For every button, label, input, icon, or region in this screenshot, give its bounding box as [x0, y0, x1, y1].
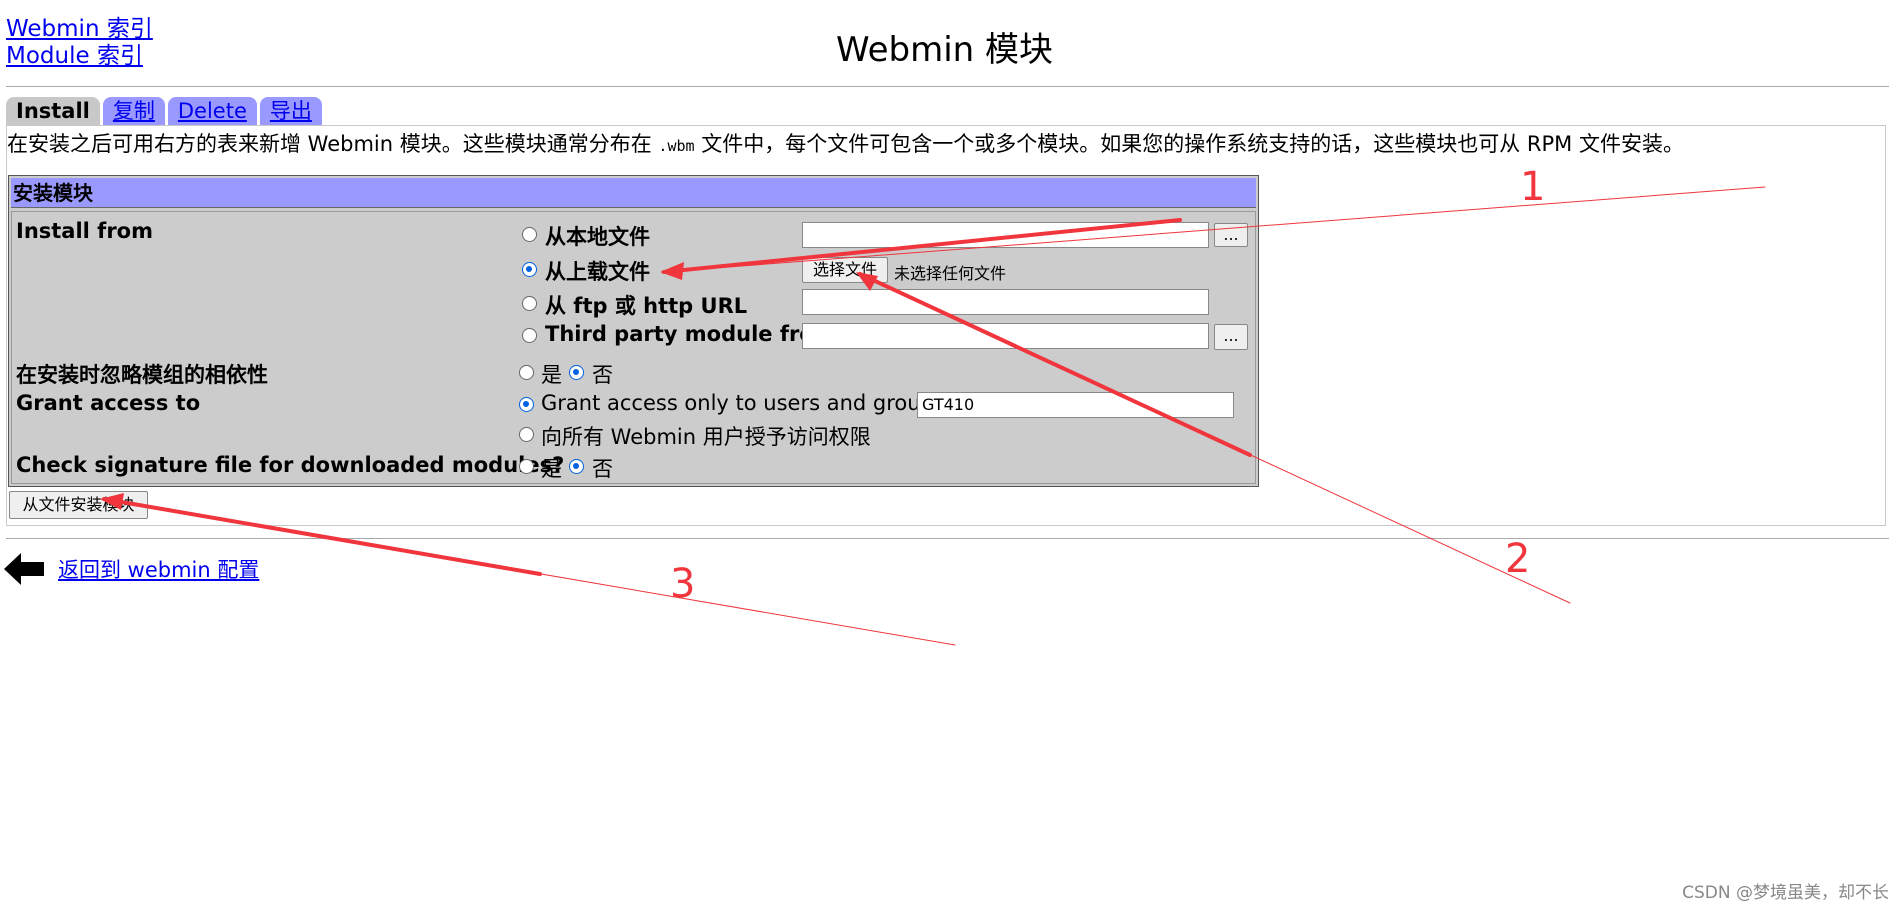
- radio-check-signature-yes[interactable]: [519, 459, 534, 474]
- ignore-deps-label: 在安装时忽略模组的相依性: [16, 363, 268, 387]
- grant-access-label: Grant access to: [16, 391, 201, 415]
- back-row: 返回到 webmin 配置: [4, 552, 259, 586]
- radio-grant-only-users[interactable]: [519, 397, 534, 412]
- url-input[interactable]: [802, 289, 1209, 315]
- option-local-file-label: 从本地文件: [545, 225, 650, 249]
- install-module-panel: 安装模块 Install from 从本地文件 ... 从上载文件 选择文件 未…: [8, 175, 1259, 487]
- ignore-deps-yes-label: 是: [541, 363, 562, 387]
- install-from-file-button[interactable]: 从文件安装模块: [9, 491, 148, 519]
- annotation-number-2: 2: [1505, 536, 1530, 582]
- tab-export[interactable]: 导出: [259, 97, 322, 125]
- tab-delete[interactable]: Delete: [167, 97, 257, 125]
- csdn-watermark: CSDN @梦境虽美，却不长: [1682, 883, 1889, 903]
- tab-delete-link[interactable]: Delete: [178, 99, 247, 123]
- check-signature-yes-label: 是: [541, 457, 562, 481]
- grant-all-users-label: 向所有 Webmin 用户授予访问权限: [541, 425, 871, 449]
- third-party-input[interactable]: [802, 323, 1209, 349]
- tab-export-link[interactable]: 导出: [270, 99, 312, 123]
- back-to-webmin-config-link[interactable]: 返回到 webmin 配置: [58, 554, 259, 584]
- intro-text: 在安装之后可用右方的表来新增 Webmin 模块。这些模块通常分布在 .wbm …: [7, 128, 1684, 158]
- browse-local-button[interactable]: ...: [1214, 223, 1248, 247]
- left-arrow-icon[interactable]: [4, 552, 44, 586]
- choose-file-button[interactable]: 选择文件: [802, 257, 888, 283]
- browse-third-party-button[interactable]: ...: [1214, 324, 1248, 350]
- page-title: Webmin 模块: [835, 30, 1054, 70]
- radio-local-file[interactable]: [522, 227, 537, 242]
- radio-grant-all-users[interactable]: [519, 427, 534, 442]
- option-url-label: 从 ftp 或 http URL: [545, 294, 748, 318]
- option-third-party-label: Third party module from: [545, 322, 836, 346]
- top-divider: [6, 86, 1889, 87]
- install-from-label: Install from: [16, 219, 153, 243]
- intro-after: 文件中，每个文件可包含一个或多个模块。如果您的操作系统支持的话，这些模块也可从 …: [701, 132, 1684, 156]
- tab-copy-link[interactable]: 复制: [113, 99, 155, 123]
- radio-third-party[interactable]: [522, 328, 537, 343]
- option-upload-file-label: 从上载文件: [545, 260, 650, 284]
- radio-upload-file[interactable]: [522, 262, 537, 277]
- radio-url[interactable]: [522, 296, 537, 311]
- intro-before: 在安装之后可用右方的表来新增 Webmin 模块。这些模块通常分布在: [7, 132, 652, 156]
- no-file-selected-text: 未选择任何文件: [894, 264, 1007, 283]
- tab-copy[interactable]: 复制: [102, 97, 165, 125]
- check-signature-label: Check signature file for downloaded modu…: [16, 453, 565, 477]
- users-groups-input[interactable]: GT410: [917, 392, 1234, 418]
- annotation-number-3: 3: [670, 561, 695, 607]
- bottom-divider: [6, 538, 1889, 539]
- tab-install[interactable]: Install: [6, 97, 100, 125]
- panel-header: 安装模块: [11, 178, 1256, 208]
- check-signature-no-label: 否: [592, 457, 613, 481]
- ignore-deps-no-label: 否: [592, 363, 613, 387]
- tab-bar: Install 复制 Delete 导出: [6, 97, 322, 125]
- intro-extension: .wbm: [658, 137, 695, 155]
- radio-check-signature-no[interactable]: [569, 459, 584, 474]
- grant-only-users-label: Grant access only to users and groups: [541, 391, 945, 415]
- radio-ignore-deps-no[interactable]: [569, 365, 584, 380]
- radio-ignore-deps-yes[interactable]: [519, 365, 534, 380]
- local-file-input[interactable]: [802, 222, 1209, 248]
